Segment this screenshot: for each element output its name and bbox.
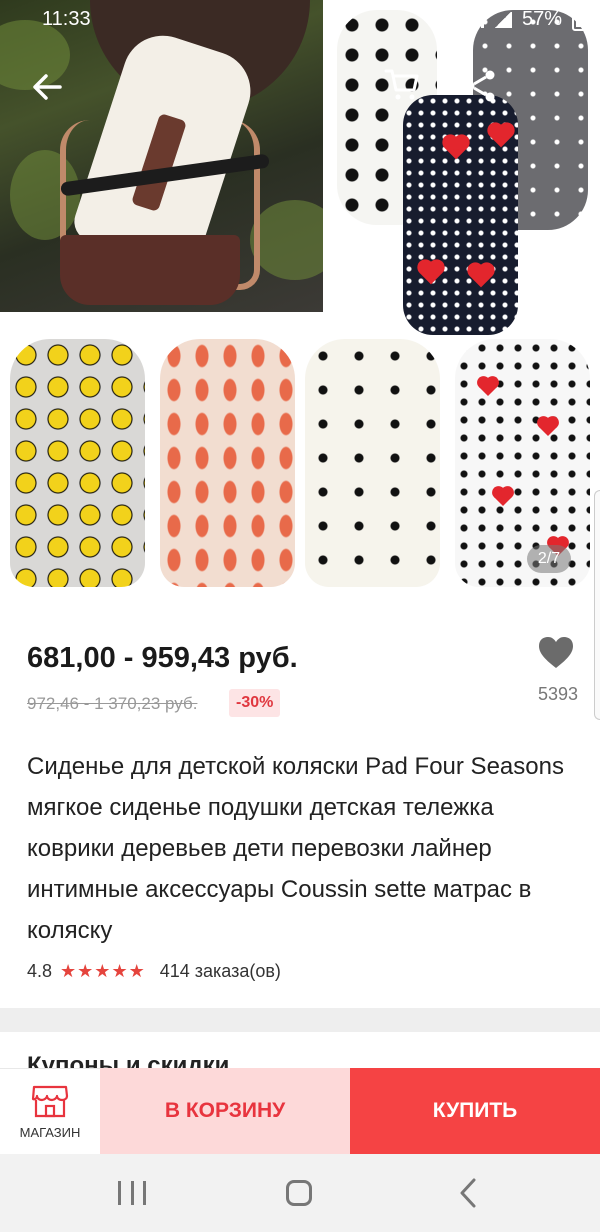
cart-button[interactable] [382,64,422,104]
favorite-button[interactable] [537,634,575,672]
favorites-count: 5393 [537,684,579,704]
store-button[interactable]: МАГАЗИН [0,1068,100,1154]
store-label: МАГАЗИН [19,1125,81,1140]
orders-count: 414 заказа(ов) [159,961,281,981]
buy-now-button[interactable]: КУПИТЬ [350,1068,600,1154]
status-bar: 11:33 57% [0,0,600,40]
cart-icon [384,69,419,100]
nav-recent-icon[interactable] [118,1181,146,1205]
hearts-pad [455,339,590,587]
original-price: 972,46 - 1 370,23 руб. [27,694,198,713]
back-button[interactable] [22,62,72,112]
discount-badge: -30% [229,689,281,717]
paisley-pad [160,339,295,587]
add-to-cart-button[interactable]: В КОРЗИНУ [100,1068,350,1154]
pad-variants-photo [0,335,600,600]
product-image-gallery[interactable]: 2/7 [0,0,600,600]
system-nav-bar [0,1154,600,1232]
rating-stars-icon: ★★★★★ [60,961,146,981]
bottom-action-bar: МАГАЗИН В КОРЗИНУ КУПИТЬ [0,1068,600,1154]
product-title: Сиденье для детской коляски Pad Four Sea… [27,753,564,944]
stars-pad [305,339,440,587]
gallery-counter: 2/7 [527,545,571,573]
wifi-icon [461,11,484,28]
current-price: 681,00 - 959,43 руб. [27,642,298,674]
price-section: 681,00 - 959,43 руб. 972,46 - 1 370,23 р… [0,600,600,730]
share-icon [465,70,495,102]
store-icon [31,1085,69,1118]
status-time: 11:33 [42,8,91,30]
section-divider [0,1008,600,1032]
heart-icon [539,637,573,668]
rating-row[interactable]: 4.8 ★★★★★ 414 заказа(ов) [27,961,281,982]
back-arrow-icon [33,74,62,100]
signal-icon [493,11,512,28]
nav-back-icon[interactable] [456,1176,480,1210]
rating-score: 4.8 [27,961,53,981]
share-button[interactable] [460,66,500,106]
battery-percent: 57% [521,8,562,30]
stroller-photo [0,0,323,312]
polka-dot-pads-photo [323,0,600,335]
vibrate-icon [437,10,452,29]
battery-icon [572,8,586,31]
side-scroll-handle[interactable] [594,490,600,720]
nav-home-icon[interactable] [286,1180,312,1206]
smiley-pad [10,339,145,587]
